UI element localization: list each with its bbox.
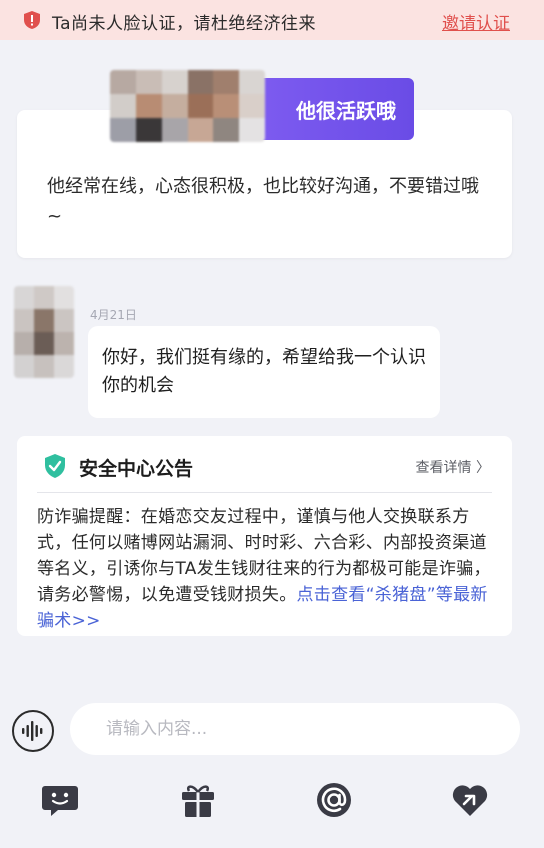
message-input[interactable] bbox=[70, 703, 520, 755]
invite-verify-link[interactable]: 邀请认证 bbox=[442, 9, 510, 34]
at-mention-icon[interactable] bbox=[314, 780, 354, 820]
activity-description: 他经常在线，心态很积极，也比较好沟通，不要错过哦~ bbox=[47, 176, 479, 227]
blurred-photo bbox=[110, 70, 265, 142]
gift-icon[interactable] bbox=[178, 780, 218, 820]
message-text: 你好，我们挺有缘的，希望给我一个认识你的机会 bbox=[102, 347, 426, 396]
sound-wave-icon bbox=[22, 721, 43, 741]
banner-text: Ta尚未人脸认证，请杜绝经济往来 bbox=[52, 14, 316, 34]
notice-title: 安全中心公告 bbox=[79, 458, 194, 480]
shield-check-icon bbox=[45, 454, 65, 478]
heart-link-icon[interactable] bbox=[450, 780, 490, 820]
chat-face-icon[interactable] bbox=[40, 780, 80, 820]
activity-tag: 他很活跃哦 bbox=[258, 78, 414, 140]
voice-input-button[interactable] bbox=[12, 710, 54, 752]
message-bubble: 你好，我们挺有缘的，希望给我一个认识你的机会 bbox=[88, 326, 440, 418]
message-date: 4月21日 bbox=[90, 308, 137, 322]
view-details-link[interactable]: 查看详情 〉 bbox=[416, 457, 490, 477]
warning-shield-icon bbox=[24, 11, 40, 29]
safety-notice-card: 安全中心公告 查看详情 〉 防诈骗提醒：在婚恋交友过程中，谨慎与他人交换联系方式… bbox=[17, 436, 512, 636]
sender-avatar[interactable] bbox=[14, 286, 74, 378]
notice-body: 防诈骗提醒：在婚恋交友过程中，谨慎与他人交换联系方式，任何以赌博网站漏洞、时时彩… bbox=[37, 504, 497, 634]
verification-banner: Ta尚未人脸认证，请杜绝经济往来 邀请认证 bbox=[0, 0, 544, 40]
divider bbox=[37, 492, 492, 493]
